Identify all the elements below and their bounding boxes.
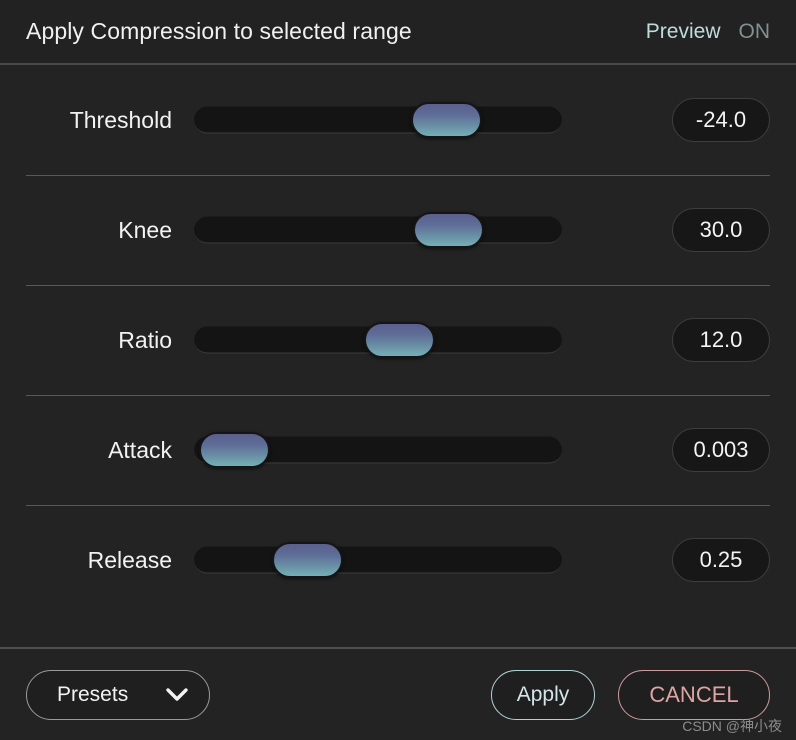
slider-row-threshold: Threshold -24.0 bbox=[0, 65, 796, 175]
value-box-ratio[interactable]: 12.0 bbox=[672, 318, 770, 362]
slider-thumb-attack[interactable] bbox=[199, 432, 271, 468]
slider-label-threshold: Threshold bbox=[69, 106, 172, 133]
preview-state-badge[interactable]: ON bbox=[739, 20, 771, 44]
cancel-button[interactable]: CANCEL bbox=[618, 669, 770, 720]
presets-label: Presets bbox=[57, 682, 129, 706]
slider-label-attack: Attack bbox=[108, 436, 172, 463]
slider-thumb-release[interactable] bbox=[271, 542, 343, 578]
slider-label-release: Release bbox=[87, 546, 172, 573]
watermark: CSDN @神小夜 bbox=[682, 718, 782, 734]
slider-row-attack: Attack 0.003 bbox=[0, 395, 796, 505]
value-box-threshold[interactable]: -24.0 bbox=[672, 98, 770, 142]
slider-release[interactable] bbox=[194, 539, 562, 581]
slider-knee[interactable] bbox=[194, 209, 562, 251]
dialog-title: Apply Compression to selected range bbox=[26, 18, 412, 44]
value-box-knee[interactable]: 30.0 bbox=[672, 208, 770, 252]
preview-label[interactable]: Preview bbox=[646, 20, 721, 44]
preview-toggle-group[interactable]: Preview ON bbox=[646, 20, 770, 44]
slider-threshold[interactable] bbox=[194, 99, 562, 141]
footer-actions: Apply CANCEL bbox=[491, 669, 770, 720]
dialog-footer: Presets Apply CANCEL CSDN @神小夜 bbox=[0, 647, 796, 740]
slider-label-ratio: Ratio bbox=[118, 326, 172, 353]
slider-track[interactable] bbox=[194, 546, 562, 574]
value-box-release[interactable]: 0.25 bbox=[672, 538, 770, 582]
parameter-rows: Threshold -24.0 Knee 30.0 Ratio 12.0 Att… bbox=[0, 65, 796, 647]
slider-ratio[interactable] bbox=[194, 319, 562, 361]
value-box-attack[interactable]: 0.003 bbox=[672, 428, 770, 472]
slider-thumb-ratio[interactable] bbox=[363, 322, 435, 358]
apply-button[interactable]: Apply bbox=[491, 669, 595, 720]
slider-attack[interactable] bbox=[194, 429, 562, 471]
slider-thumb-knee[interactable] bbox=[412, 212, 484, 248]
slider-row-knee: Knee 30.0 bbox=[0, 175, 796, 285]
chevron-down-icon bbox=[165, 687, 189, 703]
slider-row-ratio: Ratio 12.0 bbox=[0, 285, 796, 395]
slider-row-release: Release 0.25 bbox=[0, 505, 796, 615]
slider-track[interactable] bbox=[194, 106, 562, 134]
dialog-header: Apply Compression to selected range Prev… bbox=[0, 0, 796, 65]
slider-track[interactable] bbox=[194, 216, 562, 244]
compression-dialog: Apply Compression to selected range Prev… bbox=[0, 0, 796, 740]
presets-dropdown[interactable]: Presets bbox=[26, 669, 210, 720]
slider-label-knee: Knee bbox=[118, 216, 172, 243]
slider-thumb-threshold[interactable] bbox=[411, 102, 483, 138]
